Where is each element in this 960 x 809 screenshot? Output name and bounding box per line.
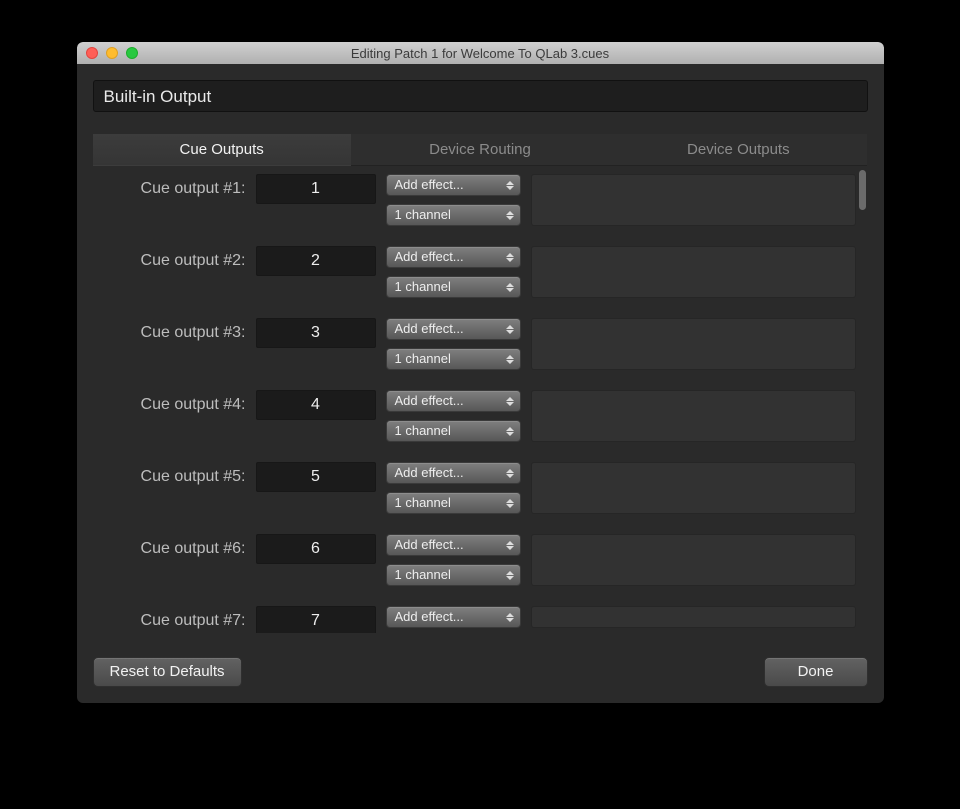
cue-output-row: Cue output #3: 3 Add effect... 1 channel <box>93 310 868 378</box>
scrollbar-thumb[interactable] <box>859 170 866 210</box>
cue-output-selects: Add effect... <box>386 606 521 628</box>
cue-output-name-field[interactable]: 1 <box>256 174 376 204</box>
stepper-icon <box>503 279 517 295</box>
channel-count-select[interactable]: 1 channel <box>386 492 521 514</box>
select-label: 1 channel <box>395 351 451 366</box>
cue-output-selects: Add effect... 1 channel <box>386 390 521 442</box>
channel-count-select[interactable]: 1 channel <box>386 564 521 586</box>
stepper-icon <box>503 609 517 625</box>
stepper-icon <box>503 537 517 553</box>
cue-output-row: Cue output #4: 4 Add effect... 1 channel <box>93 382 868 450</box>
select-label: Add effect... <box>395 537 464 552</box>
stepper-icon <box>503 249 517 265</box>
cue-output-label: Cue output #7: <box>101 606 246 630</box>
window-content: Built-in Output Cue Outputs Device Routi… <box>77 64 884 645</box>
cue-output-selects: Add effect... 1 channel <box>386 246 521 298</box>
select-label: Add effect... <box>395 465 464 480</box>
stepper-icon <box>503 567 517 583</box>
cue-output-selects: Add effect... 1 channel <box>386 318 521 370</box>
cue-output-name-field[interactable]: 6 <box>256 534 376 564</box>
effects-area[interactable] <box>531 246 856 298</box>
patch-editor-window: Editing Patch 1 for Welcome To QLab 3.cu… <box>77 42 884 703</box>
tab-bar: Cue Outputs Device Routing Device Output… <box>93 134 868 166</box>
channel-count-select[interactable]: 1 channel <box>386 204 521 226</box>
effects-area[interactable] <box>531 534 856 586</box>
tab-device-outputs[interactable]: Device Outputs <box>609 134 867 166</box>
add-effect-select[interactable]: Add effect... <box>386 534 521 556</box>
select-label: Add effect... <box>395 177 464 192</box>
cue-output-scroll-area: Cue output #1: 1 Add effect... 1 channel <box>93 166 868 633</box>
cue-output-row: Cue output #6: 6 Add effect... 1 channel <box>93 526 868 594</box>
zoom-icon[interactable] <box>126 47 138 59</box>
cue-output-row: Cue output #1: 1 Add effect... 1 channel <box>93 166 868 234</box>
select-label: Add effect... <box>395 321 464 336</box>
titlebar: Editing Patch 1 for Welcome To QLab 3.cu… <box>77 42 884 64</box>
cue-output-list: Cue output #1: 1 Add effect... 1 channel <box>93 166 868 633</box>
select-label: 1 channel <box>395 279 451 294</box>
add-effect-select[interactable]: Add effect... <box>386 606 521 628</box>
cue-output-row: Cue output #5: 5 Add effect... 1 channel <box>93 454 868 522</box>
channel-count-select[interactable]: 1 channel <box>386 348 521 370</box>
minimize-icon[interactable] <box>106 47 118 59</box>
cue-output-label: Cue output #6: <box>101 534 246 558</box>
cue-output-selects: Add effect... 1 channel <box>386 174 521 226</box>
stepper-icon <box>503 207 517 223</box>
tab-cue-outputs[interactable]: Cue Outputs <box>93 134 351 166</box>
stepper-icon <box>503 321 517 337</box>
stepper-icon <box>503 351 517 367</box>
stepper-icon <box>503 465 517 481</box>
tab-device-routing[interactable]: Device Routing <box>351 134 609 166</box>
cue-output-label: Cue output #1: <box>101 174 246 198</box>
window-title: Editing Patch 1 for Welcome To QLab 3.cu… <box>77 46 884 61</box>
cue-output-row: Cue output #2: 2 Add effect... 1 channel <box>93 238 868 306</box>
device-name-field[interactable]: Built-in Output <box>93 80 868 112</box>
cue-output-selects: Add effect... 1 channel <box>386 534 521 586</box>
cue-output-name-field[interactable]: 7 <box>256 606 376 633</box>
select-label: 1 channel <box>395 423 451 438</box>
cue-output-selects: Add effect... 1 channel <box>386 462 521 514</box>
cue-output-name-field[interactable]: 4 <box>256 390 376 420</box>
add-effect-select[interactable]: Add effect... <box>386 246 521 268</box>
add-effect-select[interactable]: Add effect... <box>386 462 521 484</box>
stepper-icon <box>503 423 517 439</box>
cue-output-row: Cue output #7: 7 Add effect... <box>93 598 868 633</box>
select-label: 1 channel <box>395 567 451 582</box>
footer: Reset to Defaults Done <box>77 645 884 703</box>
channel-count-select[interactable]: 1 channel <box>386 420 521 442</box>
select-label: Add effect... <box>395 609 464 624</box>
done-button[interactable]: Done <box>764 657 868 687</box>
cue-output-label: Cue output #2: <box>101 246 246 270</box>
close-icon[interactable] <box>86 47 98 59</box>
effects-area[interactable] <box>531 606 856 628</box>
cue-output-name-field[interactable]: 3 <box>256 318 376 348</box>
effects-area[interactable] <box>531 462 856 514</box>
cue-output-label: Cue output #5: <box>101 462 246 486</box>
cue-output-label: Cue output #3: <box>101 318 246 342</box>
cue-output-label: Cue output #4: <box>101 390 246 414</box>
select-label: 1 channel <box>395 495 451 510</box>
channel-count-select[interactable]: 1 channel <box>386 276 521 298</box>
add-effect-select[interactable]: Add effect... <box>386 174 521 196</box>
select-label: Add effect... <box>395 393 464 408</box>
select-label: Add effect... <box>395 249 464 264</box>
stepper-icon <box>503 177 517 193</box>
select-label: 1 channel <box>395 207 451 222</box>
add-effect-select[interactable]: Add effect... <box>386 318 521 340</box>
stepper-icon <box>503 495 517 511</box>
add-effect-select[interactable]: Add effect... <box>386 390 521 412</box>
stepper-icon <box>503 393 517 409</box>
window-controls <box>86 47 138 59</box>
cue-output-name-field[interactable]: 2 <box>256 246 376 276</box>
cue-output-name-field[interactable]: 5 <box>256 462 376 492</box>
effects-area[interactable] <box>531 174 856 226</box>
effects-area[interactable] <box>531 318 856 370</box>
effects-area[interactable] <box>531 390 856 442</box>
reset-to-defaults-button[interactable]: Reset to Defaults <box>93 657 242 687</box>
